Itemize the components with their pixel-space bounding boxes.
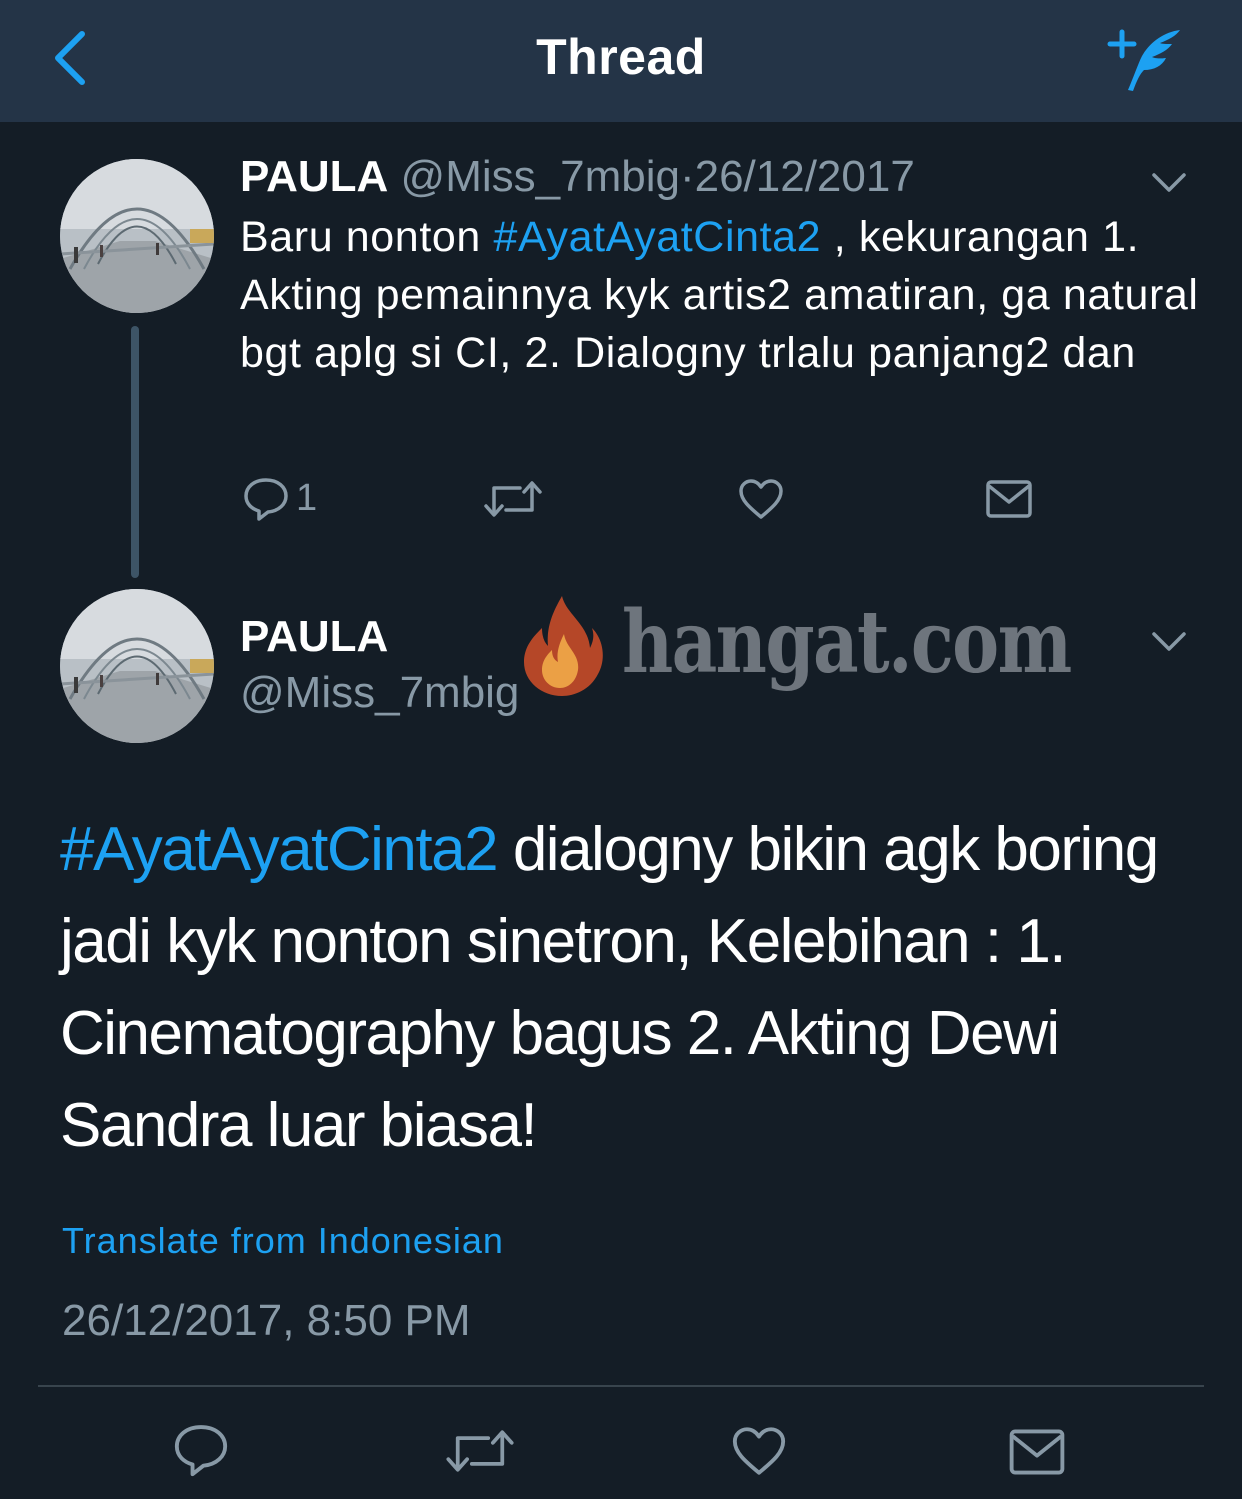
- tweet-text: #AyatAyatCinta2 dialogny bikin agk borin…: [60, 804, 1190, 1172]
- navigation-bar: Thread: [0, 0, 1242, 122]
- tweet-timestamp: 26/12/2017, 8:50 PM: [62, 1296, 471, 1345]
- separator-dot: ·: [679, 152, 695, 201]
- user-handle[interactable]: @Miss_7mbig: [401, 152, 680, 201]
- avatar[interactable]: [60, 589, 214, 743]
- compose-tweet-icon[interactable]: [1106, 24, 1186, 96]
- tweet-header: PAULA @Miss_7mbig·26/12/2017: [240, 152, 915, 202]
- retweet-icon[interactable]: [484, 478, 542, 520]
- divider: [38, 1385, 1204, 1387]
- tweet-text-part: Baru nonton: [240, 213, 494, 261]
- display-name[interactable]: PAULA: [240, 612, 388, 662]
- thread-connector-line: [131, 326, 139, 578]
- display-name[interactable]: PAULA: [240, 152, 388, 201]
- avatar[interactable]: [60, 159, 214, 313]
- chevron-down-icon[interactable]: [1151, 172, 1187, 194]
- reply-icon[interactable]: [242, 476, 290, 522]
- watermark: hangat.com: [518, 592, 1118, 702]
- like-icon[interactable]: [730, 1424, 788, 1478]
- message-icon[interactable]: [985, 478, 1033, 520]
- chevron-down-icon[interactable]: [1151, 631, 1187, 653]
- translate-link[interactable]: Translate from Indonesian: [62, 1220, 504, 1262]
- tweet-date: 26/12/2017: [694, 152, 915, 201]
- user-handle[interactable]: @Miss_7mbig: [240, 668, 519, 718]
- tweet-text: Baru nonton #AyatAyatCinta2 , kekurangan…: [240, 208, 1200, 382]
- hashtag-link[interactable]: #AyatAyatCinta2: [60, 815, 499, 884]
- avatar-image: [60, 589, 214, 743]
- watermark-text: hangat.com: [622, 592, 1072, 693]
- avatar-image: [60, 159, 214, 313]
- reply-count: 1: [296, 477, 318, 519]
- hashtag-link[interactable]: #AyatAyatCinta2: [493, 213, 821, 261]
- page-title: Thread: [536, 29, 706, 85]
- like-icon[interactable]: [737, 477, 785, 521]
- message-icon[interactable]: [1008, 1426, 1066, 1478]
- flame-icon: [524, 596, 603, 696]
- retweet-icon[interactable]: [446, 1426, 514, 1476]
- reply-icon[interactable]: [172, 1422, 230, 1478]
